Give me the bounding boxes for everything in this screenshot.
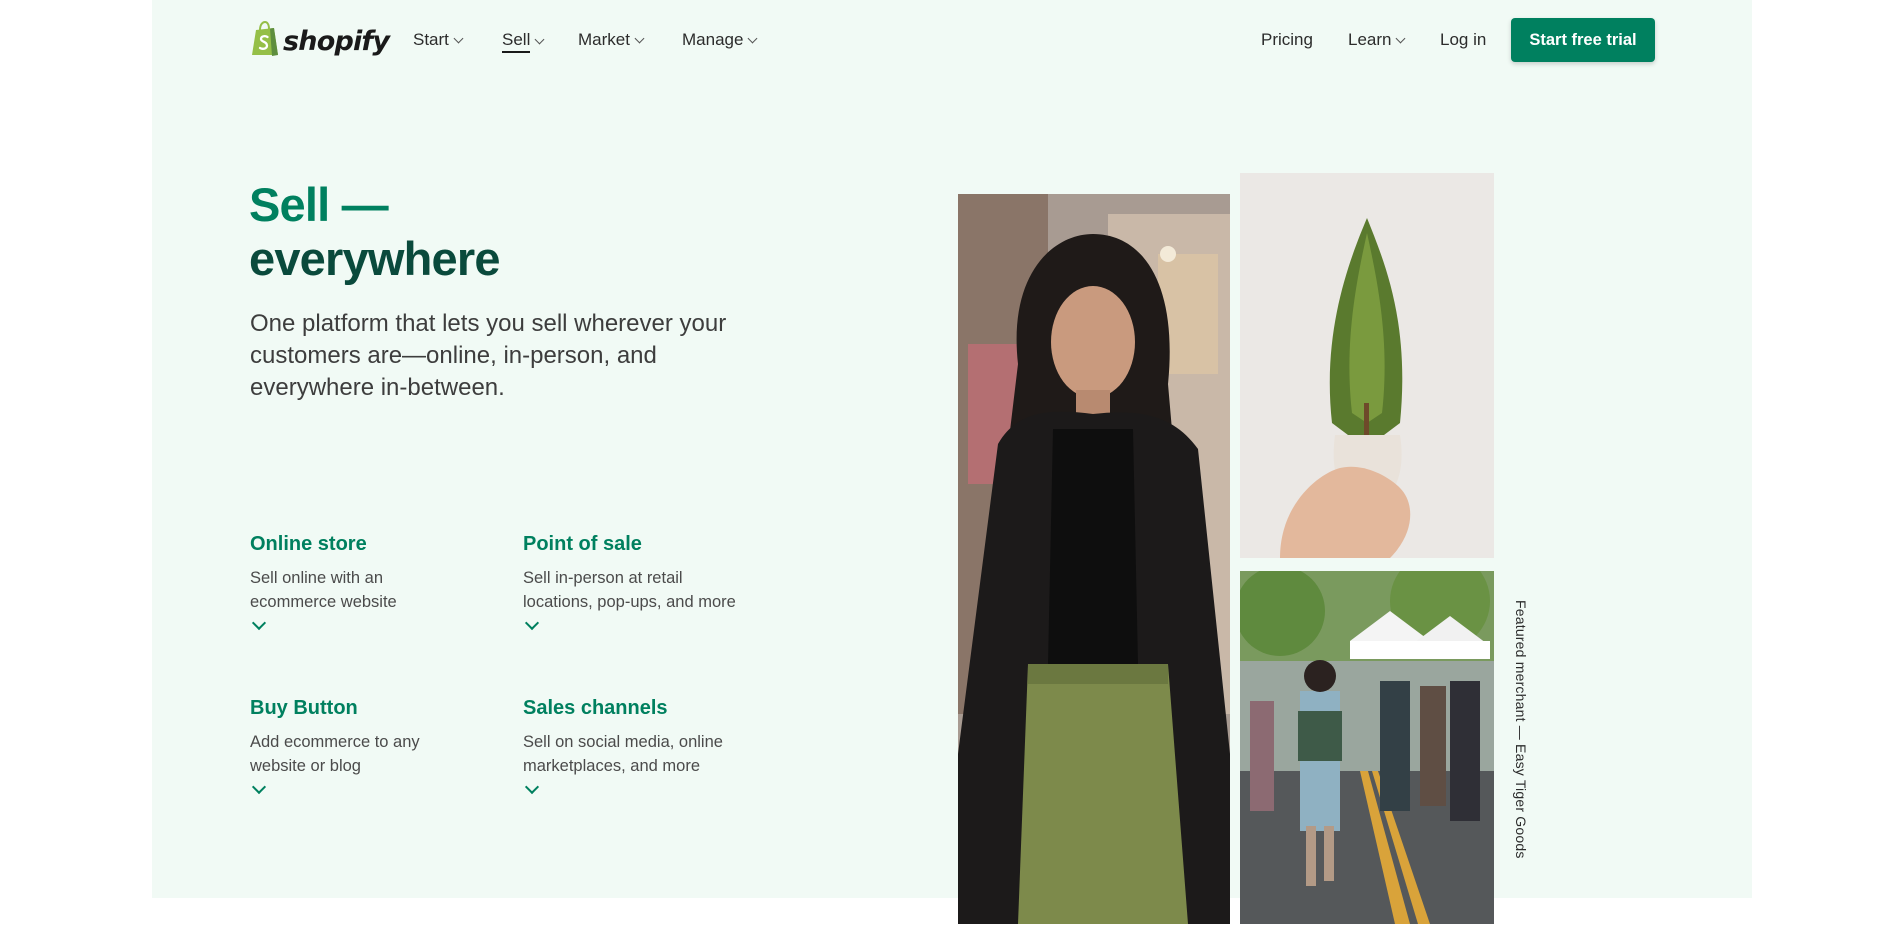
nav-learn[interactable]: Learn <box>1348 30 1406 50</box>
shopify-logo[interactable]: shopify <box>250 20 390 62</box>
nav-manage[interactable]: Manage <box>682 30 758 50</box>
plant-in-hand-image <box>1240 173 1494 558</box>
hero-title-line1: Sell — <box>249 178 389 231</box>
feature-title: Buy Button <box>250 697 358 719</box>
feature-sales-channels[interactable]: Sales channels Sell on social media, onl… <box>523 697 783 795</box>
nav-market[interactable]: Market <box>578 30 645 50</box>
feature-description: Add ecommerce to any website or blog <box>250 733 420 775</box>
feature-title: Online store <box>250 533 367 555</box>
nav-login-label: Log in <box>1440 30 1487 49</box>
chevron-down-icon <box>534 34 545 45</box>
nav-manage-label: Manage <box>682 30 744 49</box>
nav-login[interactable]: Log in <box>1440 30 1486 50</box>
nav-pricing-label: Pricing <box>1261 30 1313 49</box>
feature-buy-button[interactable]: Buy Button Add ecommerce to any website … <box>250 697 510 795</box>
chevron-down-icon <box>634 33 645 43</box>
chevron-down-icon[interactable] <box>524 779 540 795</box>
nav-sell-label: Sell <box>502 30 531 53</box>
chevron-down-icon <box>747 33 758 43</box>
featured-merchant-caption: Featured merchant — Easy Tiger Goods <box>1513 600 1529 859</box>
hero-title: Sell — everywhere <box>249 178 500 286</box>
chevron-down-icon <box>453 33 464 43</box>
feature-point-of-sale[interactable]: Point of sale Sell in-person at retail l… <box>523 533 783 631</box>
nav-start-label: Start <box>413 30 449 49</box>
brand-name: shopify <box>283 26 390 57</box>
chevron-down-icon <box>1396 33 1406 43</box>
nav-market-label: Market <box>578 30 630 49</box>
nav-start[interactable]: Start <box>413 30 464 50</box>
shopping-bag-icon <box>250 20 280 62</box>
chevron-down-icon[interactable] <box>251 779 267 795</box>
feature-description: Sell on social media, online marketplace… <box>523 733 723 775</box>
page: shopify Start Sell Market Manage Pricing… <box>0 0 1903 927</box>
street-market-image <box>1240 571 1494 924</box>
nav-sell[interactable]: Sell <box>502 30 545 53</box>
merchant-portrait-image <box>958 194 1230 924</box>
nav-learn-label: Learn <box>1348 30 1392 49</box>
feature-title: Point of sale <box>523 533 642 555</box>
chevron-down-icon[interactable] <box>524 615 540 631</box>
hero-title-line2: everywhere <box>249 232 500 285</box>
chevron-down-icon[interactable] <box>251 615 267 631</box>
top-navigation: shopify Start Sell Market Manage Pricing… <box>0 0 1903 82</box>
nav-pricing[interactable]: Pricing <box>1261 30 1313 50</box>
feature-online-store[interactable]: Online store Sell online with an ecommer… <box>250 533 510 631</box>
feature-title: Sales channels <box>523 697 668 719</box>
hero-subtitle: One platform that lets you sell wherever… <box>250 310 727 401</box>
start-free-trial-button[interactable]: Start free trial <box>1511 18 1655 62</box>
feature-description: Sell in-person at retail locations, pop-… <box>523 569 736 611</box>
feature-description: Sell online with an ecommerce website <box>250 569 397 611</box>
